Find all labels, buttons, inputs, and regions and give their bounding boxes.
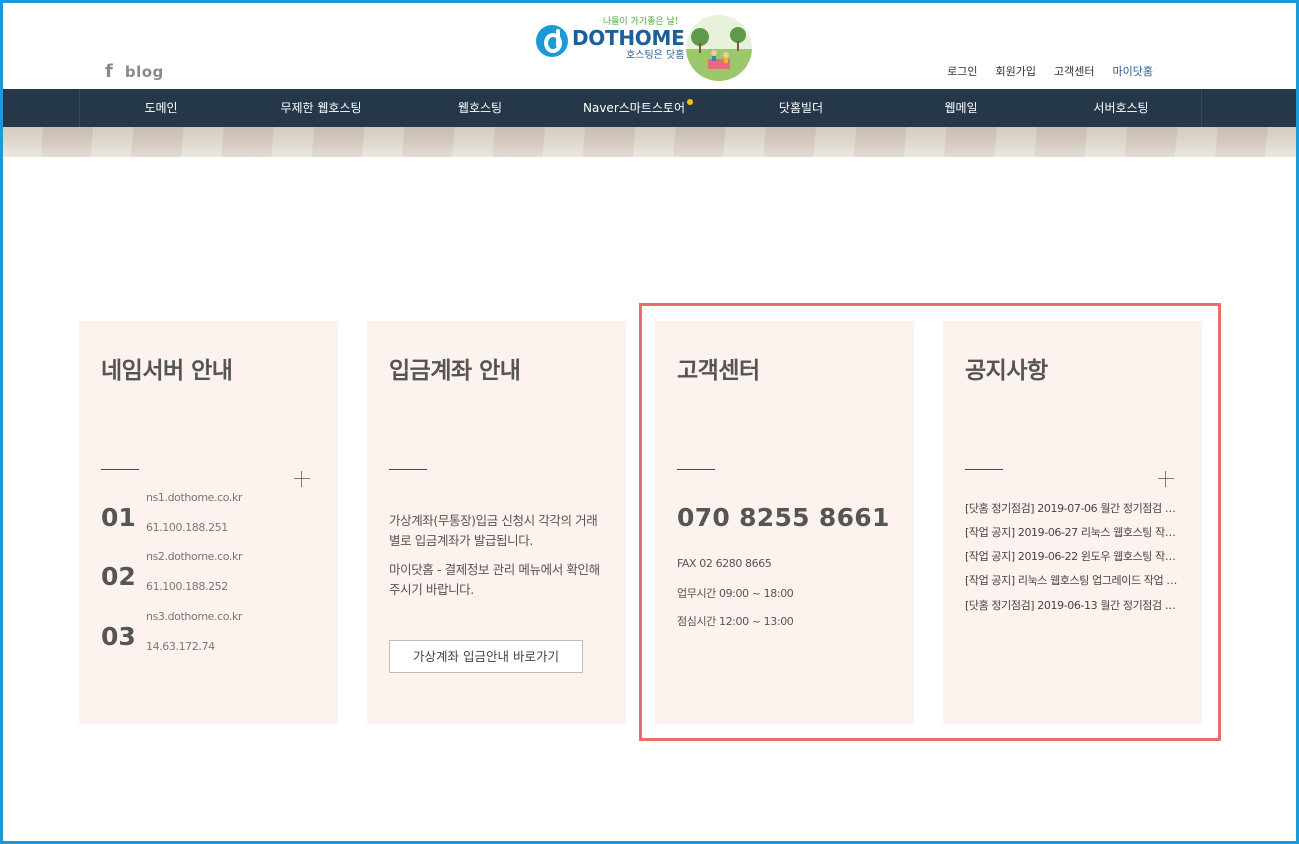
account-title: 입금계좌 안내 bbox=[389, 358, 521, 384]
logo-text: 나들이 가기좋은 날! DOTHOME 호스팅은 닷홈 bbox=[572, 14, 685, 63]
dothome-logo-icon bbox=[536, 25, 568, 57]
nameserver-host: ns1.dothome.co.kr bbox=[146, 491, 243, 504]
header: f blog 나들이 가기좋은 날! DOTHOME 호스팅은 닷홈 로그인 회… bbox=[3, 3, 1296, 89]
nameserver-row: 01 ns1.dothome.co.kr 61.100.188.251 bbox=[101, 491, 301, 547]
card-divider bbox=[101, 469, 139, 470]
nav-item-builder[interactable]: 닷홈빌더 bbox=[779, 89, 823, 127]
highlight-box bbox=[639, 303, 1221, 741]
nameserver-row: 03 ns3.dothome.co.kr 14.63.172.74 bbox=[101, 610, 301, 666]
new-dot-icon bbox=[687, 99, 693, 105]
nameserver-title: 네임서버 안내 bbox=[101, 358, 233, 384]
card-divider bbox=[389, 469, 427, 470]
nav-item-webhosting[interactable]: 웹호스팅 bbox=[458, 89, 502, 127]
nameserver-number: 01 bbox=[101, 503, 136, 532]
site-logo[interactable]: 나들이 가기좋은 날! DOTHOME 호스팅은 닷홈 bbox=[536, 14, 753, 81]
nameserver-ip: 14.63.172.74 bbox=[146, 640, 215, 653]
nav-item-naver-smartstore-label: Naver스마트스토어 bbox=[583, 101, 685, 115]
blog-link[interactable]: blog bbox=[125, 63, 164, 81]
nameserver-ip: 61.100.188.252 bbox=[146, 580, 228, 593]
logo-name: DOTHOME bbox=[572, 26, 685, 50]
facebook-icon[interactable]: f bbox=[105, 61, 113, 82]
nav-item-naver-smartstore[interactable]: Naver스마트스토어 bbox=[583, 89, 693, 127]
logo-subtitle: 호스팅은 닷홈 bbox=[626, 50, 685, 61]
nameserver-ip: 61.100.188.251 bbox=[146, 521, 228, 534]
social-links: f blog bbox=[105, 61, 164, 82]
account-card: 입금계좌 안내 가상계좌(무통장)입금 신청시 각각의 거래별로 입금계좌가 발… bbox=[367, 321, 626, 724]
login-link[interactable]: 로그인 bbox=[947, 63, 977, 79]
my-dothome-link[interactable]: 마이닷홈 bbox=[1113, 63, 1153, 79]
signup-link[interactable]: 회원가입 bbox=[996, 63, 1036, 79]
account-guide: 마이닷홈 - 결제정보 관리 메뉴에서 확인해주시기 바랍니다. bbox=[389, 562, 600, 597]
account-description: 가상계좌(무통장)입금 신청시 각각의 거래별로 입금계좌가 발급됩니다. bbox=[389, 513, 598, 548]
nav-item-domain[interactable]: 도메인 bbox=[144, 89, 177, 127]
banner-strip bbox=[3, 127, 1296, 157]
main-nav-inner: 도메인 무제한 웹호스팅 웹호스팅 Naver스마트스토어 닷홈빌더 웹메일 서… bbox=[79, 89, 1202, 127]
nameserver-number: 03 bbox=[101, 622, 136, 651]
nameserver-card: 네임서버 안내 01 ns1.dothome.co.kr 61.100.188.… bbox=[79, 321, 338, 724]
nav-item-server-hosting[interactable]: 서버호스팅 bbox=[1093, 89, 1148, 127]
virtual-account-guide-button[interactable]: 가상계좌 입금안내 바로가기 bbox=[389, 640, 583, 673]
nav-item-webmail[interactable]: 웹메일 bbox=[944, 89, 977, 127]
plus-icon[interactable] bbox=[294, 471, 310, 487]
picnic-illustration-icon bbox=[686, 15, 753, 81]
nameserver-host: ns2.dothome.co.kr bbox=[146, 550, 243, 563]
nav-item-unlimited-hosting[interactable]: 무제한 웹호스팅 bbox=[280, 89, 361, 127]
nameserver-row: 02 ns2.dothome.co.kr 61.100.188.252 bbox=[101, 550, 301, 606]
nameserver-host: ns3.dothome.co.kr bbox=[146, 610, 243, 623]
customer-center-link[interactable]: 고객센터 bbox=[1054, 63, 1094, 79]
nameserver-number: 02 bbox=[101, 562, 136, 591]
top-links: 로그인 회원가입 고객센터 마이닷홈 bbox=[947, 63, 1153, 79]
main-nav: 도메인 무제한 웹호스팅 웹호스팅 Naver스마트스토어 닷홈빌더 웹메일 서… bbox=[3, 89, 1296, 127]
